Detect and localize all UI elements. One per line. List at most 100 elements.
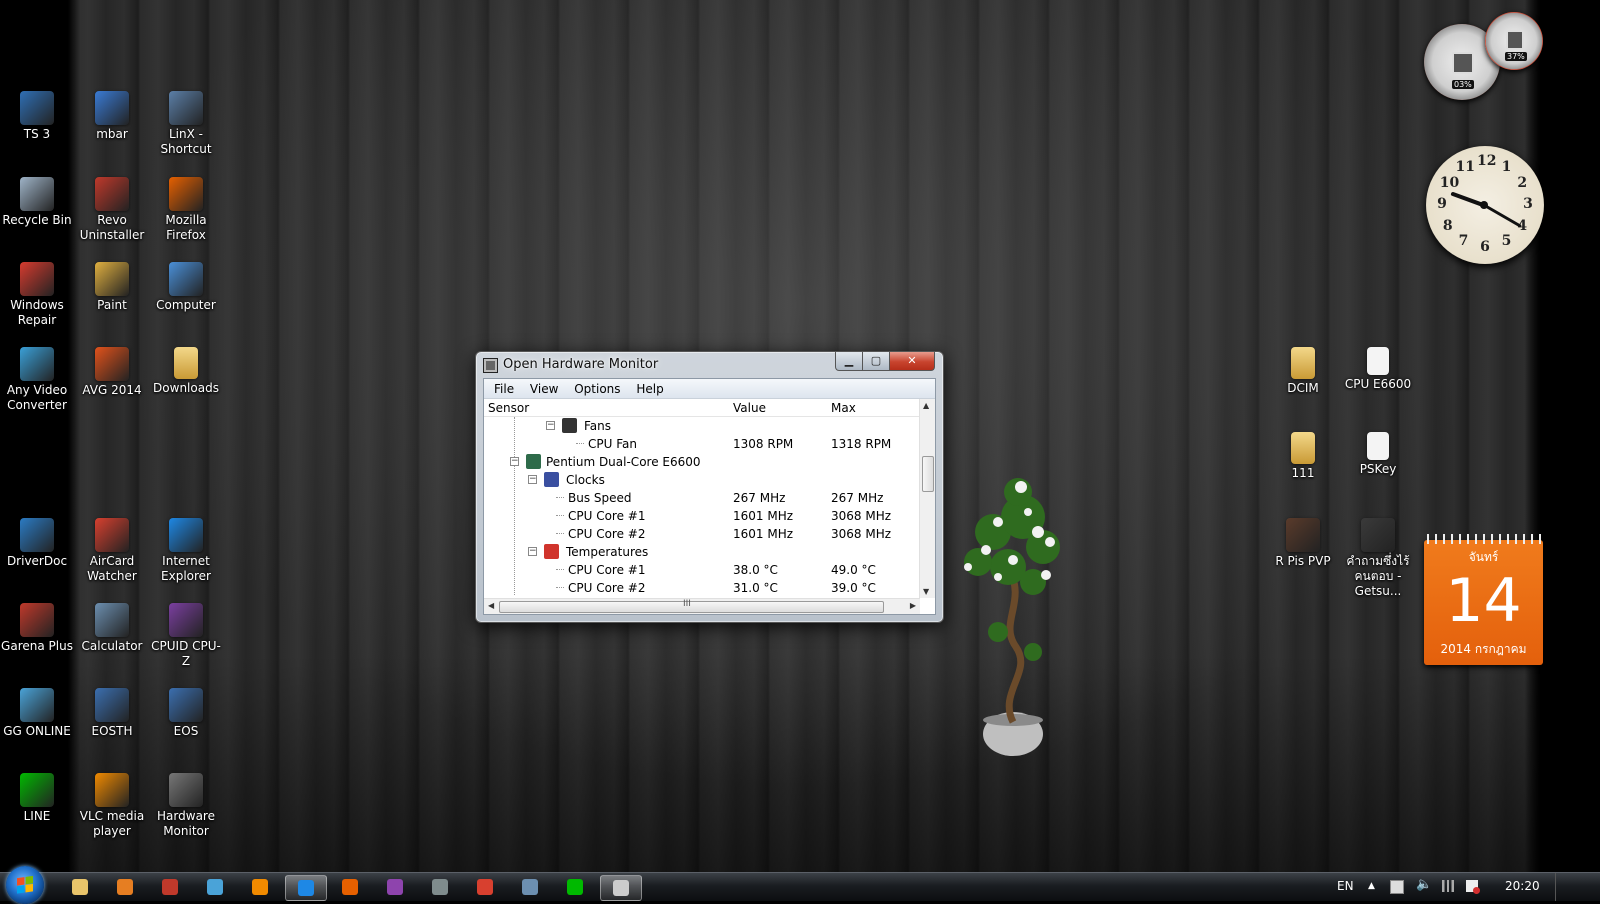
sensor-row[interactable]: CPU Core #1 1601 MHz 3068 MHz <box>484 507 920 525</box>
taskbar-button[interactable] <box>375 875 415 899</box>
desktop-icon[interactable]: CPU E6600 <box>1341 347 1415 392</box>
show-desktop-button[interactable] <box>1555 873 1568 901</box>
hardware-monitor-tray-icon[interactable] <box>1390 880 1404 894</box>
taskbar-button[interactable] <box>600 875 642 901</box>
desktop-icon[interactable]: AirCard Watcher <box>75 518 149 584</box>
menu-help[interactable]: Help <box>630 379 669 396</box>
firefox-icon <box>342 879 358 895</box>
vertical-scrollbar[interactable]: ▲ ▼ <box>919 399 935 598</box>
start-button[interactable] <box>6 866 44 904</box>
language-indicator[interactable]: EN <box>1337 879 1354 893</box>
taskbar-button[interactable] <box>555 875 595 899</box>
sensor-group-row[interactable]: − Clocks <box>484 471 920 489</box>
sensor-row[interactable]: CPU Core #2 31.0 °C 39.0 °C <box>484 579 920 597</box>
desktop-icon[interactable]: VLC media player <box>75 773 149 839</box>
sensor-group-row[interactable]: − Pentium Dual-Core E6600 <box>484 453 920 471</box>
taskbar-button[interactable] <box>285 875 327 901</box>
desktop-icon[interactable]: Calculator <box>75 603 149 654</box>
taskbar-button[interactable] <box>510 875 550 899</box>
sensor-group-row[interactable]: − Temperatures <box>484 543 920 561</box>
desktop-icon[interactable]: DCIM <box>1266 347 1340 396</box>
desktop-icon[interactable]: 111 <box>1266 432 1340 481</box>
desktop-icon[interactable]: R Pis PVP <box>1266 518 1340 569</box>
taskbar-button[interactable] <box>60 875 100 899</box>
scroll-left-arrow-icon[interactable]: ◀ <box>488 601 494 610</box>
sensor-value: 38.0 °C <box>733 563 778 577</box>
collapse-toggle-icon[interactable]: − <box>528 547 537 556</box>
menu-view[interactable]: View <box>524 379 564 396</box>
sensor-row[interactable]: Bus Speed 267 MHz 267 MHz <box>484 489 920 507</box>
desktop-icon[interactable]: TS 3 <box>0 91 74 142</box>
analog-clock-gadget[interactable]: 12 1 2 3 4 5 6 7 8 9 10 11 <box>1426 146 1544 264</box>
sensor-row[interactable]: CPU Core #2 1601 MHz 3068 MHz <box>484 525 920 543</box>
desktop-icon[interactable]: mbar <box>75 91 149 142</box>
minimize-button[interactable]: ▁ <box>835 352 863 371</box>
window-titlebar[interactable]: Open Hardware Monitor ▁ ▢ ✕ <box>476 352 943 378</box>
desktop-icon[interactable]: EOSTH <box>75 688 149 739</box>
desktop-icon[interactable]: Mozilla Firefox <box>149 177 223 243</box>
network-signal-icon[interactable] <box>1442 880 1454 892</box>
column-header-value[interactable]: Value <box>733 401 766 415</box>
sensor-row[interactable]: CPU Core #1 38.0 °C 49.0 °C <box>484 561 920 579</box>
desktop-icon[interactable]: Revo Uninstaller <box>75 177 149 243</box>
desktop-icon[interactable]: Windows Repair <box>0 262 74 328</box>
desktop-icon[interactable]: PSKey <box>1341 432 1415 477</box>
scroll-up-arrow-icon[interactable]: ▲ <box>923 401 929 410</box>
show-hidden-icons-icon[interactable]: ▲ <box>1368 881 1375 891</box>
column-header-max[interactable]: Max <box>831 401 856 415</box>
desktop-icon[interactable]: DriverDoc <box>0 518 74 569</box>
taskbar-button[interactable] <box>150 875 190 899</box>
thermometer-icon <box>544 544 559 559</box>
cpu-percent: 03% <box>1452 80 1474 89</box>
desktop-icon[interactable]: Recycle Bin <box>0 177 74 228</box>
sensor-group-row[interactable]: − Fans <box>484 417 920 435</box>
action-center-icon[interactable] <box>1466 880 1480 894</box>
desktop-icon[interactable]: Hardware Monitor <box>149 773 223 839</box>
taskbar-button[interactable] <box>330 875 370 899</box>
winrar-icon <box>387 879 403 895</box>
horizontal-scroll-thumb[interactable]: III <box>499 599 884 613</box>
taskbar-button[interactable] <box>105 875 145 899</box>
volume-icon[interactable]: 🔈 <box>1416 877 1432 892</box>
close-button[interactable]: ✕ <box>889 352 935 371</box>
scroll-right-arrow-icon[interactable]: ▶ <box>910 601 916 610</box>
desktop-icon[interactable]: Garena Plus <box>0 603 74 654</box>
open-hardware-monitor-window[interactable]: Open Hardware Monitor ▁ ▢ ✕ File View Op… <box>475 351 944 623</box>
ram-meter-gadget[interactable]: 37% <box>1485 12 1543 70</box>
desktop-icon[interactable]: EOS <box>149 688 223 739</box>
desktop-icon[interactable]: AVG 2014 <box>75 347 149 398</box>
menu-options[interactable]: Options <box>568 379 626 396</box>
calendar-gadget[interactable]: จันทร์ 14 2014 กรกฎาคม <box>1424 534 1543 665</box>
maximize-button[interactable]: ▢ <box>862 352 890 371</box>
taskbar-button[interactable] <box>195 875 235 899</box>
revo-uninstaller-icon <box>95 177 129 211</box>
desktop-icon[interactable]: CPUID CPU-Z <box>149 603 223 669</box>
gg-online-icon <box>207 879 223 895</box>
clock-center <box>1480 201 1488 209</box>
desktop-icon[interactable]: คำถามซึ่งไร้คนตอบ - Getsu... <box>1341 518 1415 599</box>
desktop-icon[interactable]: Paint <box>75 262 149 313</box>
menu-file[interactable]: File <box>488 379 520 396</box>
collapse-toggle-icon[interactable]: − <box>546 421 555 430</box>
minute-hand <box>1482 203 1522 228</box>
taskbar-button[interactable] <box>240 875 280 899</box>
sensor-row[interactable]: CPU Fan 1308 RPM 1318 RPM <box>484 435 920 453</box>
desktop-icon[interactable]: LINE <box>0 773 74 824</box>
desktop-icon-label: mbar <box>96 127 128 141</box>
desktop-icon[interactable]: Computer <box>149 262 223 313</box>
scroll-down-arrow-icon[interactable]: ▼ <box>923 587 929 596</box>
clock-time[interactable]: 20:20 <box>1505 879 1540 893</box>
desktop-icon[interactable]: LinX - Shortcut <box>149 91 223 157</box>
vlc-icon <box>252 879 268 895</box>
vertical-scroll-thumb[interactable] <box>922 456 934 492</box>
taskbar-button[interactable] <box>465 875 505 899</box>
horizontal-scrollbar[interactable]: ◀ III ▶ <box>484 598 920 614</box>
desktop-icon[interactable]: GG ONLINE <box>0 688 74 739</box>
collapse-toggle-icon[interactable]: − <box>528 475 537 484</box>
desktop-icon[interactable]: Downloads <box>149 347 223 396</box>
desktop-icon[interactable]: Any Video Converter <box>0 347 74 413</box>
desktop-icon[interactable]: Internet Explorer <box>149 518 223 584</box>
taskbar-button[interactable] <box>420 875 460 899</box>
collapse-toggle-icon[interactable]: − <box>510 457 519 466</box>
column-header-sensor[interactable]: Sensor <box>488 401 529 415</box>
